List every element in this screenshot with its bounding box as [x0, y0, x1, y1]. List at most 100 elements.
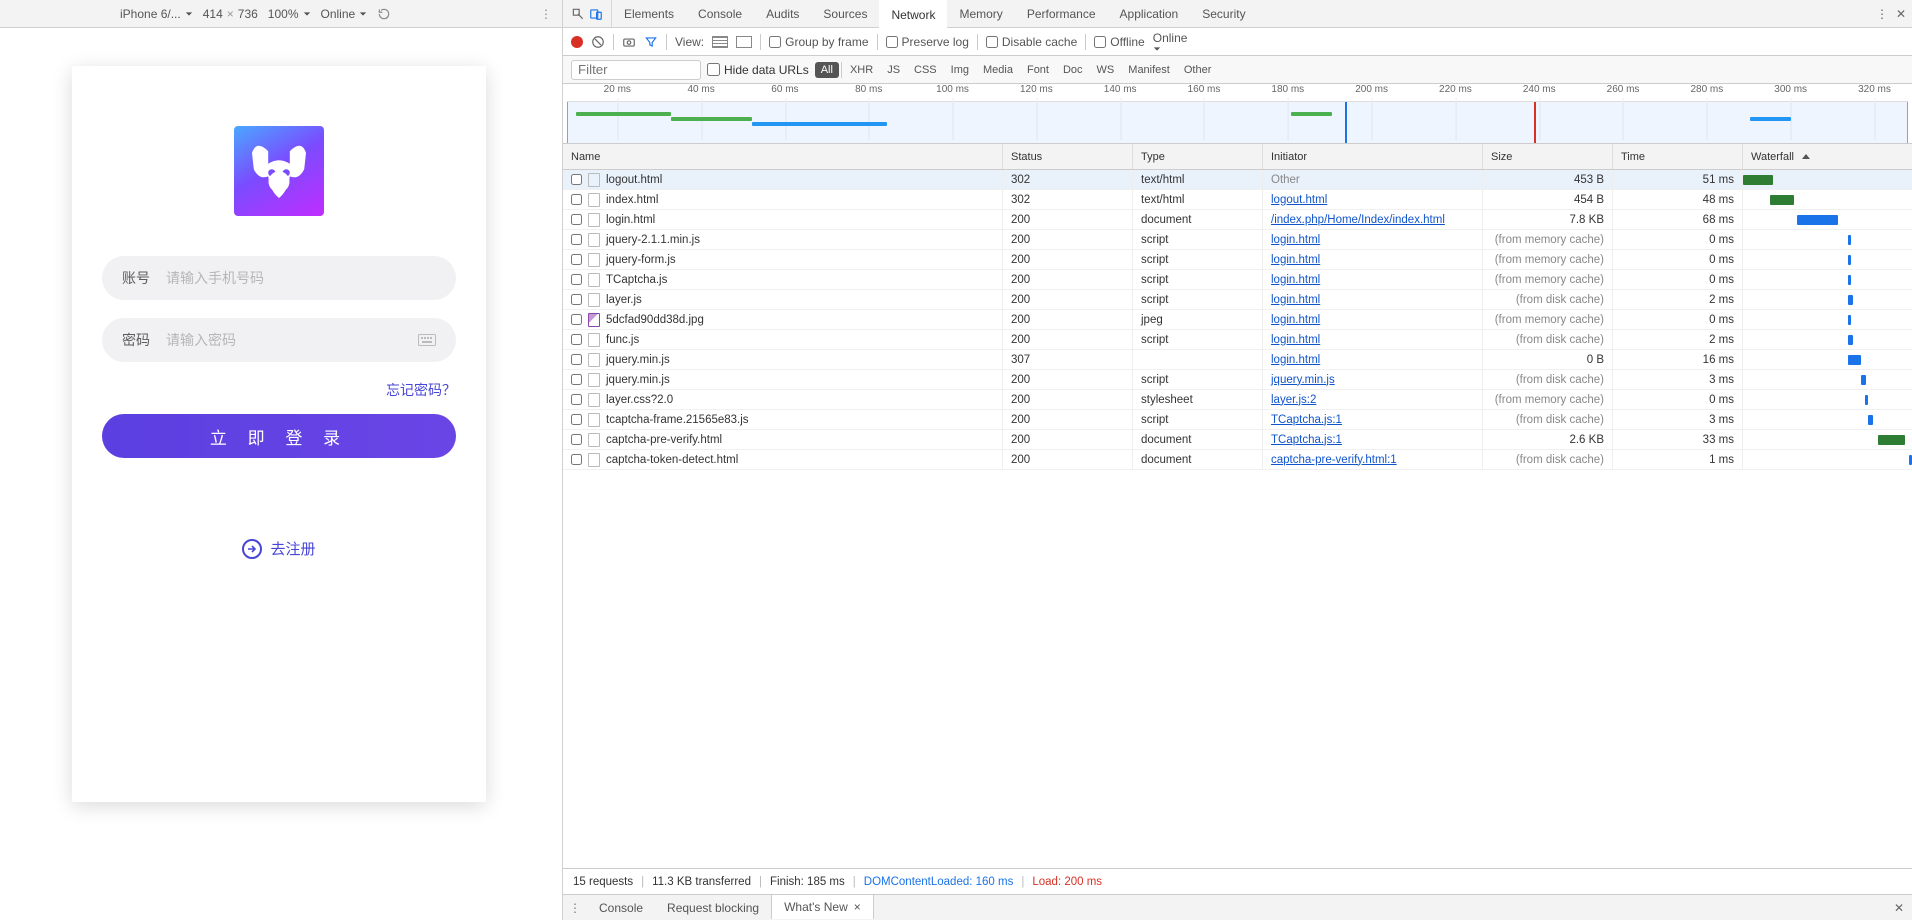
col-waterfall[interactable]: Waterfall: [1743, 144, 1912, 169]
inspect-element-icon[interactable]: [569, 5, 587, 23]
offline-checkbox[interactable]: Offline: [1094, 35, 1144, 49]
devtools-menu-icon[interactable]: ⋮: [1876, 7, 1888, 21]
initiator-link[interactable]: layer.js:2: [1271, 394, 1316, 406]
filter-type-other[interactable]: Other: [1178, 62, 1218, 78]
view-small-icon[interactable]: [736, 36, 752, 48]
timeline-overview[interactable]: 20 ms40 ms60 ms80 ms100 ms120 ms140 ms16…: [563, 84, 1912, 144]
initiator-link[interactable]: TCaptcha.js:1: [1271, 434, 1342, 446]
table-row[interactable]: layer.js200scriptlogin.html(from disk ca…: [563, 290, 1912, 310]
capture-screenshot-icon[interactable]: [622, 35, 636, 49]
close-tab-icon[interactable]: ×: [854, 900, 861, 914]
tab-memory[interactable]: Memory: [947, 0, 1014, 27]
table-row[interactable]: 5dcfad90dd38d.jpg200jpeglogin.html(from …: [563, 310, 1912, 330]
row-checkbox[interactable]: [571, 394, 582, 405]
row-checkbox[interactable]: [571, 334, 582, 345]
initiator-link[interactable]: logout.html: [1271, 194, 1327, 206]
filter-type-all[interactable]: All: [815, 62, 839, 78]
filter-type-js[interactable]: JS: [881, 62, 906, 78]
row-checkbox[interactable]: [571, 354, 582, 365]
devtools-close-icon[interactable]: ✕: [1896, 7, 1906, 21]
initiator-link[interactable]: login.html: [1271, 294, 1320, 306]
table-row[interactable]: jquery-2.1.1.min.js200scriptlogin.html(f…: [563, 230, 1912, 250]
toolbar-throttle-selector[interactable]: Online: [1153, 31, 1188, 53]
row-checkbox[interactable]: [571, 314, 582, 325]
drawer-tab-what-s-new[interactable]: What's New ×: [771, 894, 874, 919]
table-row[interactable]: index.html302text/htmllogout.html454 B48…: [563, 190, 1912, 210]
tab-performance[interactable]: Performance: [1015, 0, 1108, 27]
table-row[interactable]: login.html200document/index.php/Home/Ind…: [563, 210, 1912, 230]
row-checkbox[interactable]: [571, 234, 582, 245]
col-initiator[interactable]: Initiator: [1263, 144, 1483, 169]
view-large-icon[interactable]: [712, 36, 728, 48]
initiator-link[interactable]: TCaptcha.js:1: [1271, 414, 1342, 426]
col-type[interactable]: Type: [1133, 144, 1263, 169]
keyboard-icon[interactable]: [418, 334, 436, 346]
drawer-menu-icon[interactable]: ⋮: [563, 901, 587, 915]
login-button[interactable]: 立 即 登 录: [102, 414, 456, 458]
register-link[interactable]: 去注册: [102, 538, 456, 559]
preserve-log-checkbox[interactable]: Preserve log: [886, 35, 969, 49]
initiator-link[interactable]: login.html: [1271, 334, 1320, 346]
filter-type-font[interactable]: Font: [1021, 62, 1055, 78]
row-checkbox[interactable]: [571, 374, 582, 385]
table-row[interactable]: func.js200scriptlogin.html(from disk cac…: [563, 330, 1912, 350]
tab-console[interactable]: Console: [686, 0, 754, 27]
tab-audits[interactable]: Audits: [754, 0, 811, 27]
initiator-link[interactable]: login.html: [1271, 354, 1320, 366]
tab-application[interactable]: Application: [1108, 0, 1191, 27]
row-checkbox[interactable]: [571, 454, 582, 465]
device-toolbar-menu[interactable]: ⋮: [540, 7, 552, 21]
initiator-link[interactable]: /index.php/Home/Index/index.html: [1271, 214, 1445, 226]
table-row[interactable]: tcaptcha-frame.21565e83.js200scriptTCapt…: [563, 410, 1912, 430]
filter-type-manifest[interactable]: Manifest: [1122, 62, 1176, 78]
initiator-link[interactable]: login.html: [1271, 314, 1320, 326]
drawer-tab-request-blocking[interactable]: Request blocking: [655, 895, 771, 920]
toggle-device-icon[interactable]: [587, 5, 605, 23]
initiator-link[interactable]: login.html: [1271, 254, 1320, 266]
group-by-frame-checkbox[interactable]: Group by frame: [769, 35, 868, 49]
filter-type-img[interactable]: Img: [945, 62, 975, 78]
col-size[interactable]: Size: [1483, 144, 1613, 169]
drawer-tab-console[interactable]: Console: [587, 895, 655, 920]
col-status[interactable]: Status: [1003, 144, 1133, 169]
initiator-link[interactable]: login.html: [1271, 274, 1320, 286]
row-checkbox[interactable]: [571, 434, 582, 445]
initiator-link[interactable]: jquery.min.js: [1271, 374, 1335, 386]
table-row[interactable]: captcha-pre-verify.html200documentTCaptc…: [563, 430, 1912, 450]
table-row[interactable]: jquery.min.js307login.html0 B16 ms: [563, 350, 1912, 370]
throttle-selector[interactable]: Online: [321, 7, 368, 21]
table-row[interactable]: TCaptcha.js200scriptlogin.html(from memo…: [563, 270, 1912, 290]
hide-data-urls-checkbox[interactable]: Hide data URLs: [707, 63, 809, 77]
account-field[interactable]: 账号: [102, 256, 456, 300]
disable-cache-checkbox[interactable]: Disable cache: [986, 35, 1077, 49]
forgot-password-link[interactable]: 忘记密码？: [102, 380, 456, 400]
row-checkbox[interactable]: [571, 174, 582, 185]
col-name[interactable]: Name: [563, 144, 1003, 169]
drawer-close-icon[interactable]: ✕: [1894, 901, 1904, 915]
row-checkbox[interactable]: [571, 194, 582, 205]
clear-button[interactable]: [591, 35, 605, 49]
device-dimensions[interactable]: 414 × 736: [203, 7, 258, 21]
network-table[interactable]: Name Status Type Initiator Size Time Wat…: [563, 144, 1912, 868]
filter-type-doc[interactable]: Doc: [1057, 62, 1089, 78]
filter-icon[interactable]: [644, 35, 658, 49]
filter-input[interactable]: [571, 60, 701, 80]
record-button[interactable]: [571, 36, 583, 48]
table-row[interactable]: logout.html302text/htmlOther453 B51 ms: [563, 170, 1912, 190]
row-checkbox[interactable]: [571, 414, 582, 425]
filter-type-media[interactable]: Media: [977, 62, 1019, 78]
initiator-link[interactable]: login.html: [1271, 234, 1320, 246]
table-row[interactable]: jquery-form.js200scriptlogin.html(from m…: [563, 250, 1912, 270]
row-checkbox[interactable]: [571, 294, 582, 305]
filter-type-css[interactable]: CSS: [908, 62, 943, 78]
row-checkbox[interactable]: [571, 214, 582, 225]
table-row[interactable]: jquery.min.js200scriptjquery.min.js(from…: [563, 370, 1912, 390]
row-checkbox[interactable]: [571, 254, 582, 265]
device-selector[interactable]: iPhone 6/...: [120, 7, 193, 21]
tab-security[interactable]: Security: [1190, 0, 1257, 27]
filter-type-ws[interactable]: WS: [1091, 62, 1121, 78]
filter-type-xhr[interactable]: XHR: [844, 62, 879, 78]
col-time[interactable]: Time: [1613, 144, 1743, 169]
zoom-selector[interactable]: 100%: [268, 7, 311, 21]
initiator-link[interactable]: captcha-pre-verify.html:1: [1271, 454, 1397, 466]
